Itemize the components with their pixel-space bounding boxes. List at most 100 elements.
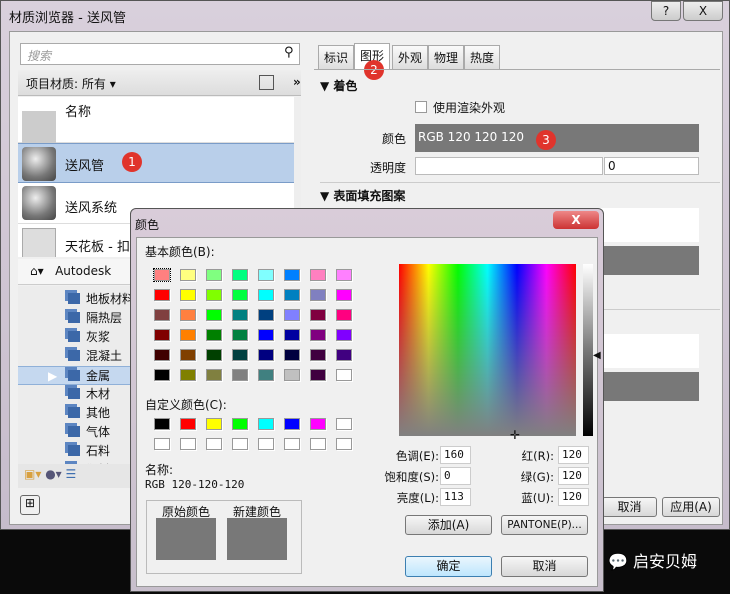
panel-icon[interactable]: ☰ <box>66 467 77 481</box>
custom-color-swatch[interactable] <box>284 418 300 430</box>
custom-color-swatch[interactable] <box>180 438 196 450</box>
transparency-input[interactable]: 0 <box>604 157 699 175</box>
green-input[interactable]: 120 <box>558 467 589 485</box>
basic-color-swatch[interactable] <box>154 349 170 361</box>
basic-color-swatch[interactable] <box>180 349 196 361</box>
basic-color-swatch[interactable] <box>206 289 222 301</box>
saturation-input[interactable]: 0 <box>440 467 471 485</box>
list-item[interactable]: 名称 <box>18 97 294 145</box>
basic-color-swatch[interactable] <box>154 289 170 301</box>
luminance-input[interactable]: 113 <box>440 488 471 506</box>
basic-color-swatch[interactable] <box>206 309 222 321</box>
basic-color-swatch[interactable] <box>232 329 248 341</box>
custom-color-swatch[interactable] <box>154 418 170 430</box>
breadcrumb-item[interactable]: Autodesk <box>55 264 111 278</box>
basic-color-swatch[interactable] <box>336 309 352 321</box>
basic-color-swatch[interactable] <box>206 349 222 361</box>
basic-color-swatch[interactable] <box>258 269 274 281</box>
basic-color-swatch[interactable] <box>232 349 248 361</box>
basic-color-swatch[interactable] <box>153 268 171 282</box>
basic-color-swatch[interactable] <box>284 289 300 301</box>
home-icon[interactable]: ⌂▾ <box>30 264 44 278</box>
custom-color-swatch[interactable] <box>206 418 222 430</box>
color-spectrum[interactable] <box>399 264 576 436</box>
add-custom-color-button[interactable]: 添加(A) <box>405 515 492 535</box>
basic-color-swatch[interactable] <box>310 369 326 381</box>
expand-icon[interactable]: » <box>293 75 301 89</box>
custom-color-swatch[interactable] <box>232 418 248 430</box>
ok-button[interactable]: 确定 <box>405 556 492 577</box>
custom-color-swatch[interactable] <box>284 438 300 450</box>
library-toggle-icon[interactable]: ⊞ <box>20 495 40 515</box>
custom-color-swatch[interactable] <box>310 418 326 430</box>
apply-button[interactable]: 应用(A) <box>662 497 720 517</box>
transparency-slider[interactable] <box>415 157 603 175</box>
tab-appearance[interactable]: 外观 <box>392 45 429 69</box>
luminance-bar[interactable] <box>583 264 593 436</box>
dialog-close-button[interactable]: X <box>553 211 599 229</box>
color-swatch-button[interactable]: RGB 120 120 120 <box>415 124 699 152</box>
hue-input[interactable]: 160 <box>440 446 471 464</box>
basic-color-swatch[interactable] <box>180 309 196 321</box>
custom-color-swatch[interactable] <box>206 438 222 450</box>
basic-color-swatch[interactable] <box>310 349 326 361</box>
basic-color-swatch[interactable] <box>232 309 248 321</box>
list-item-selected[interactable]: 送风管 1 <box>18 143 294 183</box>
dialog-cancel-button[interactable]: 取消 <box>501 556 588 577</box>
basic-color-swatch[interactable] <box>206 369 222 381</box>
basic-color-swatch[interactable] <box>310 269 326 281</box>
basic-color-swatch[interactable] <box>180 329 196 341</box>
basic-color-swatch[interactable] <box>154 309 170 321</box>
custom-color-swatch[interactable] <box>336 438 352 450</box>
custom-color-swatch[interactable] <box>154 438 170 450</box>
expand-arrow-icon[interactable]: ▶ <box>48 367 57 386</box>
basic-color-swatch[interactable] <box>310 329 326 341</box>
basic-color-swatch[interactable] <box>336 329 352 341</box>
basic-color-swatch[interactable] <box>284 349 300 361</box>
basic-color-swatch[interactable] <box>284 269 300 281</box>
red-input[interactable]: 120 <box>558 446 589 464</box>
custom-color-swatch[interactable] <box>310 438 326 450</box>
pantone-button[interactable]: PANTONE(P)... <box>501 515 588 535</box>
tab-physical[interactable]: 物理 <box>428 45 465 69</box>
add-material-icon[interactable]: ●▾ <box>45 467 62 481</box>
basic-color-swatch[interactable] <box>336 269 352 281</box>
custom-color-swatch[interactable] <box>232 438 248 450</box>
basic-color-swatch[interactable] <box>180 369 196 381</box>
search-icon[interactable]: ⚲ <box>284 45 294 60</box>
basic-color-swatch[interactable] <box>336 349 352 361</box>
custom-color-swatch[interactable] <box>336 418 352 430</box>
cancel-button[interactable]: 取消 <box>602 497 657 517</box>
basic-color-swatch[interactable] <box>310 309 326 321</box>
basic-color-swatch[interactable] <box>154 369 170 381</box>
basic-color-swatch[interactable] <box>232 369 248 381</box>
section-surface-pattern[interactable]: ▼ 表面填充图案 <box>320 187 405 204</box>
basic-color-swatch[interactable] <box>232 289 248 301</box>
basic-color-swatch[interactable] <box>284 329 300 341</box>
basic-color-swatch[interactable] <box>154 329 170 341</box>
blue-input[interactable]: 120 <box>558 488 589 506</box>
basic-color-swatch[interactable] <box>206 269 222 281</box>
crosshair-icon[interactable]: ✛ <box>510 428 520 442</box>
basic-color-swatch[interactable] <box>258 309 274 321</box>
basic-color-swatch[interactable] <box>206 329 222 341</box>
view-toggle-icon[interactable] <box>259 75 274 90</box>
basic-color-swatch[interactable] <box>258 329 274 341</box>
basic-color-swatch[interactable] <box>258 349 274 361</box>
close-button[interactable]: X <box>683 1 723 21</box>
basic-color-swatch[interactable] <box>258 289 274 301</box>
basic-color-swatch[interactable] <box>310 289 326 301</box>
section-shading[interactable]: ▼ 着色 <box>320 77 357 94</box>
help-button[interactable]: ? <box>651 1 681 21</box>
tab-identity[interactable]: 标识 <box>318 45 355 69</box>
basic-color-swatch[interactable] <box>284 369 300 381</box>
basic-color-swatch[interactable] <box>258 369 274 381</box>
basic-color-swatch[interactable] <box>232 269 248 281</box>
basic-color-swatch[interactable] <box>336 369 352 381</box>
luminance-arrow-icon[interactable]: ◀ <box>593 350 601 361</box>
tab-thermal[interactable]: 热度 <box>464 45 501 69</box>
basic-color-swatch[interactable] <box>180 289 196 301</box>
basic-color-swatch[interactable] <box>336 289 352 301</box>
folder-icon[interactable]: ▣▾ <box>24 467 41 481</box>
use-render-checkbox[interactable] <box>415 101 427 113</box>
